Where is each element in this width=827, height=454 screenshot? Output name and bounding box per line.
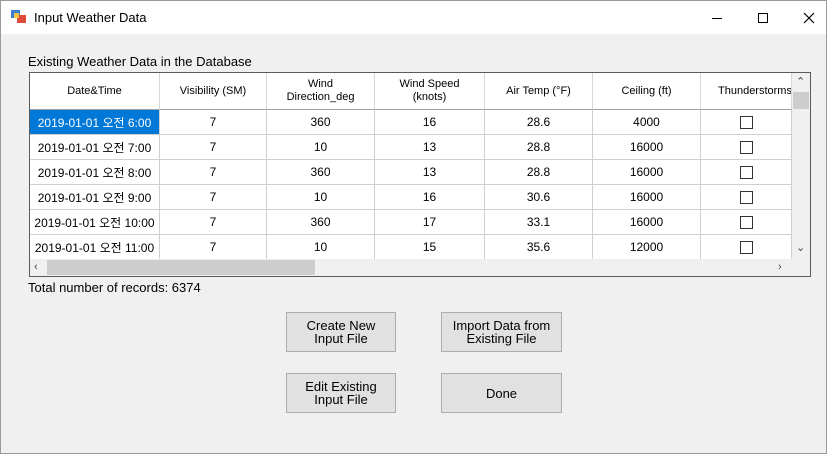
table-cell-thunderstorms [701, 110, 792, 135]
table-cell-wind-speed[interactable]: 16 [375, 110, 485, 135]
table-cell-wind-direction[interactable]: 360 [267, 110, 375, 135]
column-header-datetime[interactable]: Date&Time [30, 73, 160, 110]
table-cell-thunderstorms [701, 160, 792, 185]
column-header-air-temp[interactable]: Air Temp (°F) [485, 73, 593, 110]
table-cell-wind-speed[interactable]: 13 [375, 160, 485, 185]
maximize-icon [758, 12, 768, 23]
weather-data-grid[interactable]: Date&Time Visibility (SM) Wind Direction… [29, 72, 811, 277]
app-icon [11, 10, 26, 23]
section-label: Existing Weather Data in the Database [28, 54, 252, 69]
column-header-thunderstorms[interactable]: Thunderstorms [701, 73, 792, 110]
table-cell-visibility[interactable]: 7 [160, 135, 267, 160]
table-cell-wind-direction[interactable]: 360 [267, 160, 375, 185]
table-cell-datetime[interactable]: 2019-01-01 오전 6:00 [30, 110, 160, 135]
close-button[interactable] [786, 1, 827, 34]
vertical-scroll-thumb[interactable] [793, 92, 809, 109]
done-button[interactable]: Done [441, 373, 562, 413]
minimize-button[interactable] [694, 1, 740, 34]
table-cell-datetime[interactable]: 2019-01-01 오전 9:00 [30, 185, 160, 210]
table-cell-air-temp[interactable]: 28.8 [485, 135, 593, 160]
table-cell-ceiling[interactable]: 12000 [593, 235, 701, 260]
table-cell-wind-direction[interactable]: 360 [267, 210, 375, 235]
column-header-wind-speed[interactable]: Wind Speed (knots) [375, 73, 485, 110]
table-cell-datetime[interactable]: 2019-01-01 오전 11:00 [30, 235, 160, 260]
horizontal-scroll-thumb[interactable] [47, 260, 315, 275]
input-weather-data-window: Input Weather Data Existing Weather Data… [0, 0, 827, 454]
table-cell-ceiling[interactable]: 16000 [593, 160, 701, 185]
table-cell-ceiling[interactable]: 16000 [593, 135, 701, 160]
minimize-icon [712, 17, 722, 19]
thunderstorms-checkbox[interactable] [739, 140, 753, 154]
table-cell-thunderstorms [701, 135, 792, 160]
vertical-scrollbar[interactable]: ⌃ ⌄ [792, 73, 810, 259]
table-cell-datetime[interactable]: 2019-01-01 오전 7:00 [30, 135, 160, 160]
table-cell-wind-speed[interactable]: 16 [375, 185, 485, 210]
table-cell-visibility[interactable]: 7 [160, 235, 267, 260]
import-data-button[interactable]: Import Data from Existing File [441, 312, 562, 352]
table-cell-datetime[interactable]: 2019-01-01 오전 10:00 [30, 210, 160, 235]
thunderstorms-checkbox[interactable] [739, 165, 753, 179]
table-cell-wind-direction[interactable]: 10 [267, 135, 375, 160]
table-cell-air-temp[interactable]: 28.6 [485, 110, 593, 135]
table-cell-air-temp[interactable]: 33.1 [485, 210, 593, 235]
table-cell-thunderstorms [701, 235, 792, 260]
table-cell-visibility[interactable]: 7 [160, 210, 267, 235]
thunderstorms-checkbox[interactable] [739, 115, 753, 129]
table-cell-wind-direction[interactable]: 10 [267, 185, 375, 210]
thunderstorms-checkbox[interactable] [739, 190, 753, 204]
column-header-visibility[interactable]: Visibility (SM) [160, 73, 267, 110]
table-cell-ceiling[interactable]: 16000 [593, 210, 701, 235]
table-cell-air-temp[interactable]: 35.6 [485, 235, 593, 260]
table-cell-ceiling[interactable]: 16000 [593, 185, 701, 210]
table-cell-visibility[interactable]: 7 [160, 185, 267, 210]
table-cell-air-temp[interactable]: 28.8 [485, 160, 593, 185]
maximize-button[interactable] [740, 1, 786, 34]
table-cell-wind-speed[interactable]: 13 [375, 135, 485, 160]
scroll-down-icon[interactable]: ⌄ [796, 243, 805, 254]
table-cell-thunderstorms [701, 185, 792, 210]
thunderstorms-checkbox[interactable] [739, 215, 753, 229]
table-cell-datetime[interactable]: 2019-01-01 오전 8:00 [30, 160, 160, 185]
table-cell-ceiling[interactable]: 4000 [593, 110, 701, 135]
scroll-right-icon[interactable]: › [778, 262, 782, 273]
table-cell-wind-speed[interactable]: 17 [375, 210, 485, 235]
title-bar[interactable]: Input Weather Data [1, 1, 826, 34]
edit-existing-input-file-button[interactable]: Edit Existing Input File [286, 373, 396, 413]
create-new-input-file-button[interactable]: Create New Input File [286, 312, 396, 352]
close-icon [803, 12, 815, 23]
horizontal-scrollbar[interactable]: ‹ › [30, 259, 810, 276]
column-header-wind-direction[interactable]: Wind Direction_deg [267, 73, 375, 110]
window-title: Input Weather Data [34, 10, 147, 25]
table-cell-visibility[interactable]: 7 [160, 110, 267, 135]
table-cell-wind-speed[interactable]: 15 [375, 235, 485, 260]
scroll-left-icon[interactable]: ‹ [34, 262, 38, 273]
table-cell-air-temp[interactable]: 30.6 [485, 185, 593, 210]
table-cell-wind-direction[interactable]: 10 [267, 235, 375, 260]
table-cell-visibility[interactable]: 7 [160, 160, 267, 185]
column-header-ceiling[interactable]: Ceiling (ft) [593, 73, 701, 110]
thunderstorms-checkbox[interactable] [739, 240, 753, 254]
scroll-up-icon[interactable]: ⌃ [796, 77, 805, 88]
table-cell-thunderstorms [701, 210, 792, 235]
total-records-label: Total number of records: 6374 [28, 280, 201, 295]
